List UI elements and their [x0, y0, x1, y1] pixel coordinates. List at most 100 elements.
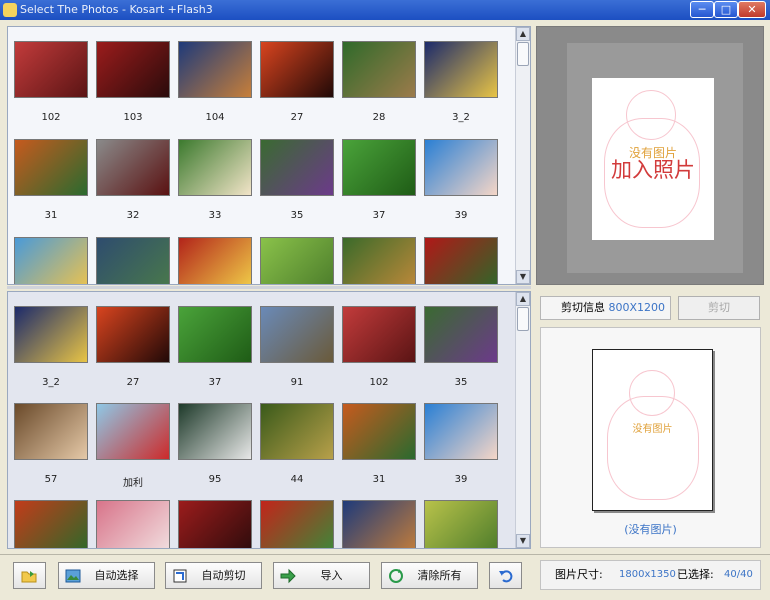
- photo-caption: 3_2: [42, 377, 60, 388]
- photo-image: [342, 41, 416, 98]
- scroll-thumb[interactable]: [517, 42, 529, 66]
- refresh-icon: [389, 569, 403, 583]
- photo-caption: 31: [44, 210, 58, 221]
- angel-body-illustration: [607, 396, 699, 500]
- no-photo-text: 没有图片: [632, 424, 673, 435]
- photo-image: [260, 139, 334, 196]
- scroll-thumb[interactable]: [517, 307, 529, 331]
- crop-icon: [173, 569, 187, 583]
- close-button[interactable]: ✕: [738, 1, 766, 18]
- photo-image: [178, 403, 252, 460]
- photo-caption: 44: [290, 474, 304, 485]
- photo-image: [96, 139, 170, 196]
- photo-image: [14, 403, 88, 460]
- photo-image: [14, 500, 88, 548]
- photo-image: [178, 237, 252, 284]
- selected-count-label: 已选择:: [677, 568, 714, 581]
- photo-image: [96, 41, 170, 98]
- print-preview-panel: 没有图片 (没有图片): [540, 327, 761, 548]
- photo-caption: 27: [290, 112, 304, 123]
- clear-all-button[interactable]: 清除所有: [381, 562, 478, 589]
- photo-image: [178, 500, 252, 548]
- photo-caption: 35: [454, 377, 468, 388]
- folder-icon: [21, 571, 37, 583]
- photo-caption: 33: [208, 210, 222, 221]
- photo-caption: 91: [290, 377, 304, 388]
- crop-preview-area[interactable]: 没有图片 加入照片: [536, 26, 764, 285]
- photo-image: [96, 237, 170, 284]
- scroll-up-arrow-icon[interactable]: ▲: [516, 292, 530, 306]
- panel-splitter[interactable]: [7, 286, 531, 289]
- photo-caption: 102: [41, 112, 61, 123]
- crop-button[interactable]: 剪切: [678, 296, 760, 320]
- app-icon: [3, 3, 17, 17]
- open-folder-button[interactable]: [13, 562, 46, 589]
- restore-button[interactable]: □: [714, 1, 738, 18]
- image-size-label: 图片尺寸:: [555, 568, 603, 581]
- photo-caption: 95: [208, 474, 222, 485]
- photo-image: [424, 500, 498, 548]
- scroll-down-arrow-icon[interactable]: ▼: [516, 270, 530, 284]
- auto-crop-label: 自动剪切: [201, 569, 246, 582]
- selected-scrollbar[interactable]: ▲ ▼: [515, 292, 530, 548]
- photo-image: [14, 41, 88, 98]
- photo-caption: 27: [126, 377, 140, 388]
- import-arrow-icon: [280, 568, 296, 584]
- photo-image: [178, 306, 252, 363]
- selected-photo-panel: 3_2 27 37 91 102 35 57 加利 95 44 31 39 ▲ ▼: [7, 291, 531, 549]
- photo-caption: 103: [123, 112, 143, 123]
- photo-caption: 加利: [123, 478, 143, 489]
- image-size-value: 1800x1350: [619, 569, 676, 580]
- undo-button[interactable]: [489, 562, 522, 589]
- photo-image: [178, 41, 252, 98]
- photo-image: [342, 139, 416, 196]
- photo-image: [424, 306, 498, 363]
- photo-image: [342, 500, 416, 548]
- photo-image: [342, 237, 416, 284]
- crop-info: 剪切信息 800X1200: [540, 296, 671, 320]
- photo-image: [96, 306, 170, 363]
- status-bar: 图片尺寸: 1800x1350 已选择: 40/40: [540, 560, 761, 590]
- import-label: 导入: [320, 569, 343, 582]
- photo-caption: 28: [372, 112, 386, 123]
- photo-caption: 37: [208, 377, 222, 388]
- photo-image: [14, 306, 88, 363]
- photo-image: [424, 41, 498, 98]
- photo-caption: 3_2: [452, 112, 470, 123]
- photo-caption: 39: [454, 474, 468, 485]
- photo-image: [260, 403, 334, 460]
- source-scrollbar[interactable]: ▲ ▼: [515, 27, 530, 284]
- minimize-button[interactable]: ─: [690, 1, 714, 18]
- auto-select-label: 自动选择: [94, 569, 139, 582]
- photo-image: [342, 403, 416, 460]
- image-select-icon: [65, 569, 81, 583]
- placeholder-image: 没有图片 加入照片: [592, 78, 714, 240]
- title-bar: Select The Photos - Kosart +Flash3 ─ □ ✕: [0, 0, 770, 20]
- photo-image: [342, 306, 416, 363]
- crop-info-label: 剪切信息: [561, 301, 605, 314]
- photo-image: [424, 403, 498, 460]
- scroll-down-arrow-icon[interactable]: ▼: [516, 534, 530, 548]
- photo-image: [260, 237, 334, 284]
- photo-image: [260, 41, 334, 98]
- photo-image: [14, 139, 88, 196]
- photo-image: [96, 500, 170, 548]
- photo-caption: 104: [205, 112, 225, 123]
- photo-caption: 31: [372, 474, 386, 485]
- photo-caption: 57: [44, 474, 58, 485]
- source-photo-panel: 102 103 104 27 28 3_2 31 32 33 35 37 39 ▲ ▼: [7, 26, 531, 285]
- scroll-up-arrow-icon[interactable]: ▲: [516, 27, 530, 41]
- import-button[interactable]: 导入: [273, 562, 370, 589]
- photo-caption: 39: [454, 210, 468, 221]
- photo-image: [178, 139, 252, 196]
- print-caption: (没有图片): [624, 523, 677, 536]
- selected-count-value: 40/40: [724, 569, 753, 580]
- add-photo-text[interactable]: 加入照片: [592, 154, 714, 184]
- print-page: 没有图片: [592, 349, 713, 511]
- auto-select-button[interactable]: 自动选择: [58, 562, 155, 589]
- clear-all-label: 清除所有: [417, 569, 462, 582]
- photo-image: [260, 500, 334, 548]
- photo-caption: 35: [290, 210, 304, 221]
- crop-frame: 没有图片 加入照片: [567, 43, 743, 273]
- auto-crop-button[interactable]: 自动剪切: [165, 562, 262, 589]
